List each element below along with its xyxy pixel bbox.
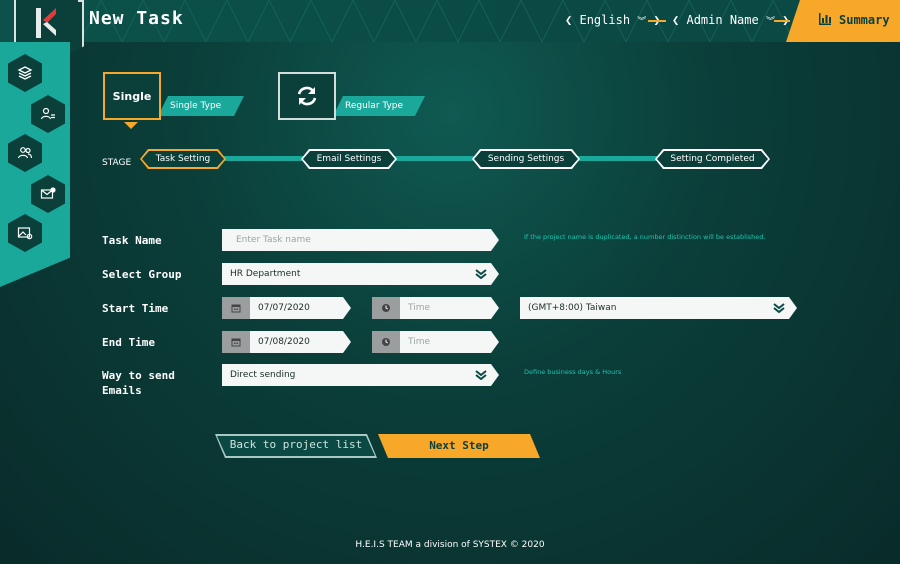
chevron-down-icon xyxy=(475,269,487,279)
footer-text: H.E.I.S TEAM a division of SYSTEX © 2020 xyxy=(355,540,545,550)
clock-icon xyxy=(372,331,400,353)
refresh-icon xyxy=(297,86,317,106)
summary-label: Summary xyxy=(839,13,890,27)
chevron-down-icon xyxy=(773,303,785,313)
nav-connector xyxy=(774,20,790,22)
user-name-label: Admin Name xyxy=(686,13,759,27)
chevron-down-icon: ︾ xyxy=(765,17,775,27)
back-button-label: Back to project list xyxy=(229,438,363,451)
select-group-label: Select Group xyxy=(102,268,182,281)
task-name-input[interactable] xyxy=(222,234,499,246)
type-tag: Regular Type xyxy=(333,96,425,116)
send-way-value: Direct sending xyxy=(230,370,296,380)
language-selector[interactable]: ❮ English ︾ ❯ xyxy=(565,13,661,27)
start-date-value: 07/07/2020 xyxy=(258,303,310,313)
type-card-label: Single xyxy=(112,89,152,103)
chevron-down-icon: ︾ xyxy=(637,17,647,27)
send-way-label-line2: Emails xyxy=(102,384,142,397)
stage-label: STAGE xyxy=(102,158,132,168)
image-settings-icon xyxy=(17,227,33,240)
user-menu[interactable]: ❮ Admin Name ︾ ❯ xyxy=(672,13,789,27)
select-group-dropdown[interactable]: HR Department xyxy=(222,263,499,285)
next-step-button[interactable]: Next Step xyxy=(378,434,540,458)
start-time-label: Start Time xyxy=(102,302,169,315)
calendar-icon xyxy=(222,331,250,353)
stage-step-label: Sending Settings xyxy=(487,154,565,164)
type-tag-label: Single Type xyxy=(170,101,222,111)
type-tag-label: Regular Type xyxy=(345,101,404,111)
chevron-left-icon: ❮ xyxy=(565,13,573,27)
back-to-project-list-button[interactable]: Back to project list xyxy=(215,434,377,458)
type-tag: Single Type xyxy=(158,96,244,116)
start-date-field[interactable]: 07/07/2020 xyxy=(222,297,351,319)
app-logo-icon[interactable] xyxy=(34,6,58,40)
stage-step-label: Email Settings xyxy=(316,154,382,164)
selected-indicator-icon xyxy=(124,122,138,129)
send-way-label-line1: Way to send xyxy=(102,369,175,382)
business-days-link[interactable]: Define business days & Hours xyxy=(524,368,621,376)
page-title: New Task xyxy=(89,8,184,29)
summary-button[interactable]: Summary xyxy=(786,0,900,42)
start-time-field[interactable]: Time xyxy=(372,297,499,319)
calendar-icon xyxy=(222,297,250,319)
end-date-value: 07/08/2020 xyxy=(258,337,310,347)
send-way-label: Way to send Emails xyxy=(102,368,175,398)
task-name-hint: If the project name is duplicated, a num… xyxy=(524,233,766,241)
stage-step-label: Setting Completed xyxy=(670,154,755,164)
layers-icon xyxy=(17,66,33,80)
end-time-field[interactable]: Time xyxy=(372,331,499,353)
users-icon xyxy=(17,147,33,159)
chevron-down-icon xyxy=(475,370,487,380)
task-name-label: Task Name xyxy=(102,234,162,247)
timezone-value: (GMT+8:00) Taiwan xyxy=(528,303,617,313)
task-name-field[interactable] xyxy=(222,229,499,251)
stage-step-email-settings[interactable]: Email Settings xyxy=(301,149,397,169)
send-way-dropdown[interactable]: Direct sending xyxy=(222,364,499,386)
stage-step-setting-completed[interactable]: Setting Completed xyxy=(655,149,770,169)
folder-icon xyxy=(278,72,336,120)
start-time-placeholder: Time xyxy=(408,303,431,313)
stage-step-label: Task Setting xyxy=(155,154,211,164)
stage-step-sending-settings[interactable]: Sending Settings xyxy=(472,149,580,169)
clock-icon xyxy=(372,297,400,319)
chevron-left-icon: ❮ xyxy=(672,13,680,27)
timezone-dropdown[interactable]: (GMT+8:00) Taiwan xyxy=(520,297,797,319)
end-time-label: End Time xyxy=(102,336,155,349)
folder-icon: Single xyxy=(103,72,161,120)
stage-step-task-setting[interactable]: Task Setting xyxy=(140,149,226,169)
end-time-placeholder: Time xyxy=(408,337,431,347)
user-list-icon xyxy=(40,107,55,120)
bar-chart-icon xyxy=(819,13,831,25)
nav-connector xyxy=(648,20,666,22)
mail-settings-icon xyxy=(40,187,56,199)
language-label: English xyxy=(579,13,631,27)
end-date-field[interactable]: 07/08/2020 xyxy=(222,331,351,353)
select-group-value: HR Department xyxy=(230,269,301,279)
